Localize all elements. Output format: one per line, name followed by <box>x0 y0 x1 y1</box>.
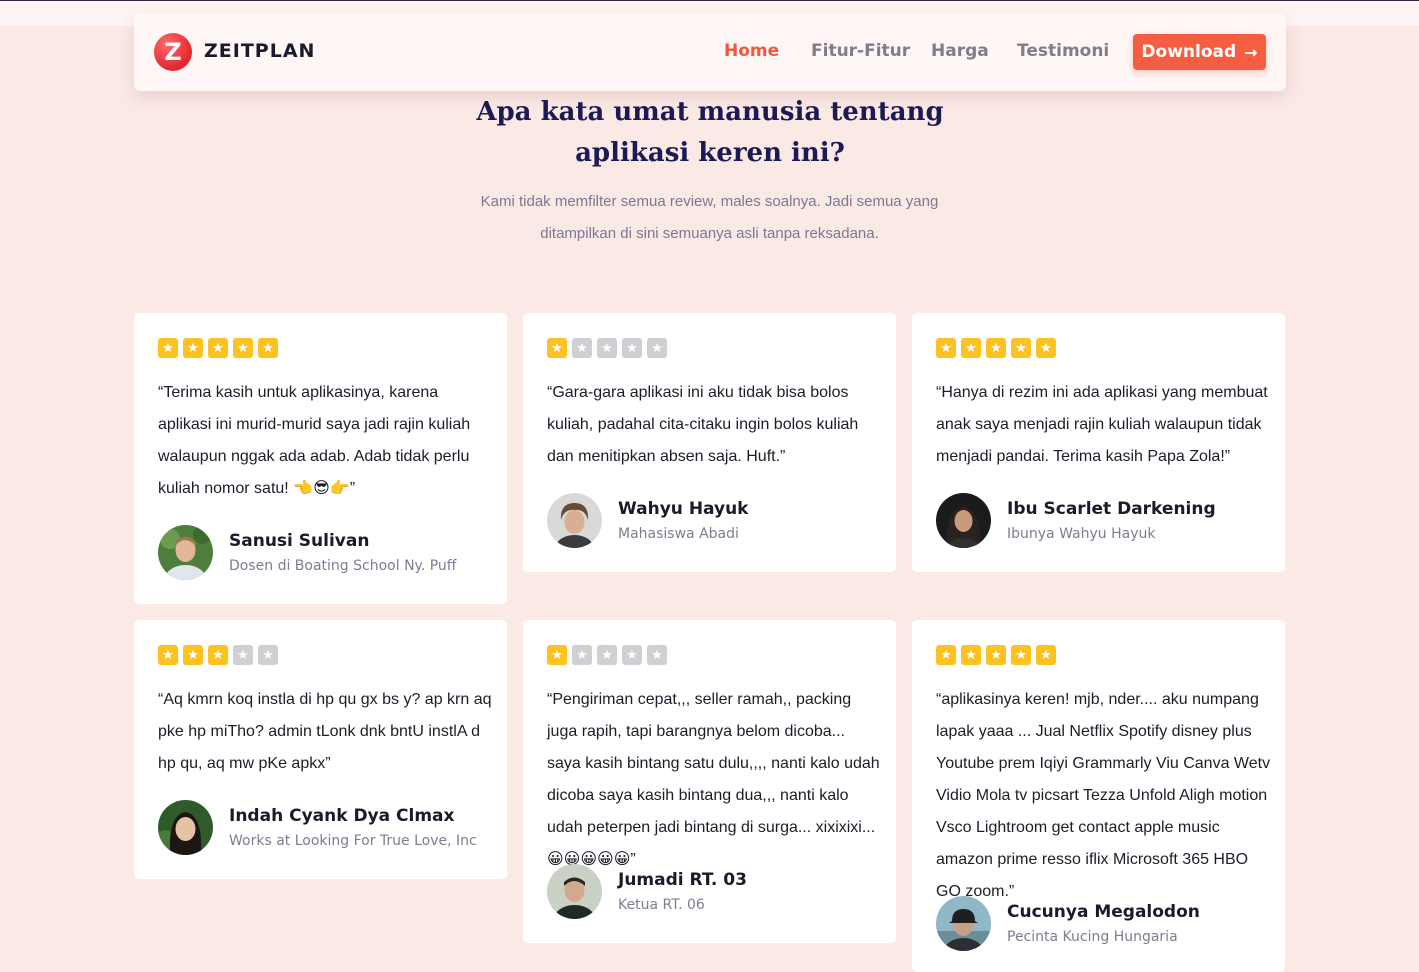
star-filled-icon: ★ <box>158 338 178 358</box>
section-subtitle: Kami tidak memfilter semua review, males… <box>470 186 949 250</box>
avatar <box>158 800 213 855</box>
star-empty-icon: ★ <box>597 645 617 665</box>
nav-link-harga[interactable]: Harga <box>931 41 989 61</box>
star-rating: ★ ★ ★ ★ ★ <box>936 338 1056 358</box>
download-label: Download <box>1141 42 1237 62</box>
star-filled-icon: ★ <box>1011 645 1031 665</box>
star-rating: ★ ★ ★ ★ ★ <box>547 645 667 665</box>
reviewer-name: Wahyu Hayuk <box>618 499 749 519</box>
star-empty-icon: ★ <box>233 645 253 665</box>
testimonial-card: ★ ★ ★ ★ ★ “Gara-gara aplikasi ini aku tidak … <box>523 313 896 572</box>
avatar <box>547 493 602 548</box>
testimonial-quote: “Hanya di rezim ini ada aplikasi yang me… <box>936 384 1268 465</box>
reviewer-name: Ibu Scarlet Darkening <box>1007 499 1216 519</box>
reviewer-role: Works at Looking For True Love, Inc <box>229 833 477 849</box>
avatar <box>158 525 213 580</box>
navbar: Z ZEITPLAN Home Fitur-Fitur Harga Testim… <box>134 13 1286 91</box>
arrow-right-icon: → <box>1244 42 1258 62</box>
section-title-line1: Apa kata umat manusia tentang <box>476 97 944 127</box>
reviewer-name: Sanusi Sulivan <box>229 531 370 551</box>
star-empty-icon: ★ <box>622 645 642 665</box>
testimonial-card: ★ ★ ★ ★ ★ “Aq kmrn koq instla di hp qu gx bs… <box>134 620 507 879</box>
reviewer-role: Ketua RT. 06 <box>618 897 705 913</box>
section-subtitle-line2: ditampilkan di sini semuanya asli tanpa … <box>540 225 879 242</box>
star-filled-icon: ★ <box>258 338 278 358</box>
star-empty-icon: ★ <box>572 645 592 665</box>
star-filled-icon: ★ <box>158 645 178 665</box>
star-filled-icon: ★ <box>547 645 567 665</box>
star-rating: ★ ★ ★ ★ ★ <box>158 645 278 665</box>
avatar <box>547 864 602 919</box>
star-filled-icon: ★ <box>183 338 203 358</box>
testimonial-quote: “Aq kmrn koq instla di hp qu gx bs y? ap… <box>158 691 492 772</box>
star-rating: ★ ★ ★ ★ ★ <box>936 645 1056 665</box>
star-filled-icon: ★ <box>183 645 203 665</box>
reviewer-name: Cucunya Megalodon <box>1007 902 1200 922</box>
reviewer-name: Jumadi RT. 03 <box>618 870 747 890</box>
nav-link-testimoni[interactable]: Testimoni <box>1017 41 1109 61</box>
star-filled-icon: ★ <box>986 645 1006 665</box>
star-empty-icon: ★ <box>258 645 278 665</box>
star-empty-icon: ★ <box>597 338 617 358</box>
section-title-line2: aplikasi keren ini? <box>575 138 845 168</box>
testimonial-quote: “Terima kasih untuk aplikasinya, karena … <box>158 384 471 497</box>
reviewer-role: Dosen di Boating School Ny. Puff <box>229 558 457 574</box>
star-filled-icon: ★ <box>233 338 253 358</box>
star-filled-icon: ★ <box>936 338 956 358</box>
section-title: Apa kata umat manusia tentang aplikasi k… <box>440 92 980 174</box>
testimonial-card: ★ ★ ★ ★ ★ “Hanya di rezim ini ada aplikasi y… <box>912 313 1285 572</box>
star-empty-icon: ★ <box>647 645 667 665</box>
nav-link-home[interactable]: Home <box>724 41 779 61</box>
reviewer-role: Ibunya Wahyu Hayuk <box>1007 526 1156 542</box>
star-rating: ★ ★ ★ ★ ★ <box>158 338 278 358</box>
download-button[interactable]: Download → <box>1133 34 1266 70</box>
reviewer-role: Mahasiswa Abadi <box>618 526 739 542</box>
star-filled-icon: ★ <box>1036 338 1056 358</box>
star-empty-icon: ★ <box>622 338 642 358</box>
testimonial-card: ★ ★ ★ ★ ★ “Terima kasih untuk aplikasinya, k… <box>134 313 507 604</box>
star-filled-icon: ★ <box>208 645 228 665</box>
testimonial-card: ★ ★ ★ ★ ★ “Pengiriman cepat,,, seller ramah,… <box>523 620 896 943</box>
section-subtitle-line1: Kami tidak memfilter semua review, males… <box>480 193 939 210</box>
reviewer-name: Indah Cyank Dya Clmax <box>229 806 455 826</box>
star-filled-icon: ★ <box>961 338 981 358</box>
star-filled-icon: ★ <box>1011 338 1031 358</box>
testimonial-quote: “Pengiriman cepat,,, seller ramah,, pack… <box>547 691 880 868</box>
testimonial-quote: “aplikasinya keren! mjb, nder.... aku nu… <box>936 691 1271 900</box>
star-filled-icon: ★ <box>547 338 567 358</box>
testimonial-quote: “Gara-gara aplikasi ini aku tidak bisa b… <box>547 384 859 465</box>
star-empty-icon: ★ <box>572 338 592 358</box>
star-filled-icon: ★ <box>208 338 228 358</box>
avatar <box>936 896 991 951</box>
star-filled-icon: ★ <box>961 645 981 665</box>
brand-name[interactable]: ZEITPLAN <box>204 40 315 62</box>
logo-icon[interactable]: Z <box>154 33 192 71</box>
reviewer-role: Pecinta Kucing Hungaria <box>1007 929 1178 945</box>
star-filled-icon: ★ <box>1036 645 1056 665</box>
star-filled-icon: ★ <box>986 338 1006 358</box>
star-rating: ★ ★ ★ ★ ★ <box>547 338 667 358</box>
nav-link-fitur[interactable]: Fitur-Fitur <box>811 41 910 61</box>
star-filled-icon: ★ <box>936 645 956 665</box>
avatar <box>936 493 991 548</box>
testimonial-card: ★ ★ ★ ★ ★ “aplikasinya keren! mjb, nder.... … <box>912 620 1285 972</box>
star-empty-icon: ★ <box>647 338 667 358</box>
